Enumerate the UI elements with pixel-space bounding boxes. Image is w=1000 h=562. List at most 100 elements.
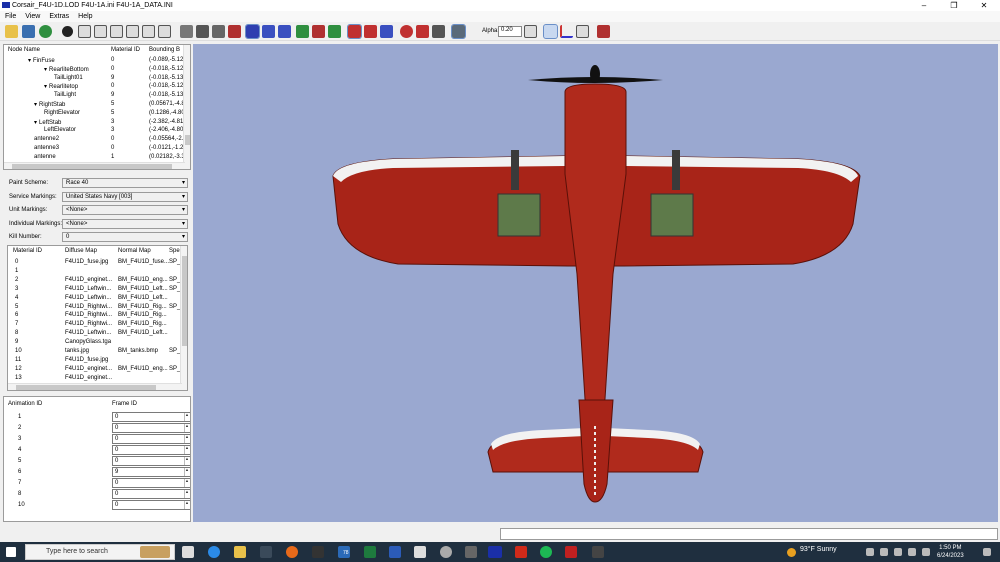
spinner-icon[interactable]: ▲▼ [184,490,190,498]
tree-node[interactable]: ▾ LeftStab [34,119,61,126]
spec-map-cell[interactable]: SP_ [169,304,180,310]
spec-map-cell[interactable]: SP_ [169,366,180,372]
diffuse-map-cell[interactable]: F4U1D_Rightwi... [65,321,112,327]
app-gray-icon[interactable] [465,546,477,558]
col-bounding-box[interactable]: Bounding B [149,47,180,53]
view-front-icon[interactable] [78,25,91,38]
tree-node[interactable]: antenne3 [34,145,59,151]
individual-markings-select[interactable]: <None> ▾ [62,218,188,229]
tree-node[interactable]: TailLight [54,92,76,98]
col-diffuse-map[interactable]: Diffuse Map [65,248,97,254]
mat-id-cell[interactable]: 10 [15,348,22,354]
frame-id-input[interactable]: 9 ▲▼ [112,467,190,477]
spotify-icon[interactable] [540,546,552,558]
mat-id-cell[interactable]: 13 [15,375,22,381]
spec-map-cell[interactable]: SP_ [169,277,180,283]
col-spec-map[interactable]: Spe [169,248,180,254]
app-wheel-icon[interactable] [440,546,452,558]
diffuse-map-cell[interactable]: F4U1D_Leftwin... [65,286,111,292]
unit-markings-select[interactable]: <None> ▾ [62,205,188,215]
close-button[interactable]: ✕ [969,0,999,11]
mat-id-cell[interactable]: 12 [15,366,22,372]
spec-map-cell[interactable]: SP_ [169,259,180,265]
mat-id-cell[interactable]: 3 [15,286,18,292]
chevron-down-icon[interactable]: ▾ [182,233,185,242]
materials-list[interactable]: Material ID Diffuse Map Normal Map Spe 0… [7,245,188,391]
tools-icon[interactable] [597,25,610,38]
chevron-down-icon[interactable]: ▾ [182,179,185,188]
grid-icon[interactable] [524,25,537,38]
mat-id-cell[interactable]: 9 [15,339,18,345]
acrobat-icon[interactable] [515,546,527,558]
expand-arrow-icon[interactable]: ▾ [44,84,47,90]
animation-list[interactable]: Animation ID Frame ID 10▲▼20▲▼30▲▼40▲▼50… [3,396,191,522]
mat-id-cell[interactable]: 0 [15,259,18,265]
paint-layer-1-icon[interactable] [347,24,362,39]
normal-map-cell[interactable]: BM_F4U1D_Left... [118,286,168,292]
normal-map-cell[interactable]: BM_F4U1D_Rig... [118,321,167,327]
frame-id-input[interactable]: 0 ▲▼ [112,412,190,422]
box-icon[interactable] [576,25,589,38]
view-top-icon[interactable] [142,25,155,38]
volume-icon[interactable] [908,548,916,556]
kill-number-select[interactable]: 0 ▾ [62,232,188,242]
expand-arrow-icon[interactable]: ▾ [44,67,47,73]
normal-map-cell[interactable]: BM_F4U1D_Left... [118,295,168,301]
bug-icon[interactable] [400,25,413,38]
mat-id-cell[interactable]: 11 [15,357,21,363]
file-explorer-icon[interactable] [234,546,246,558]
mat-id-cell[interactable]: 6 [15,312,18,318]
wireframe-icon[interactable] [543,24,558,39]
spinner-icon[interactable]: ▲▼ [184,413,190,421]
normal-map-cell[interactable]: BM_F4U1D_Rig... [118,312,167,318]
spec-map-cell[interactable]: SP_ [169,286,180,292]
mat-id-cell[interactable]: 2 [15,277,18,283]
spinner-icon[interactable]: ▲▼ [184,424,190,432]
spec-map-cell[interactable]: SP_ [169,348,180,354]
task-view-icon[interactable] [182,546,194,558]
render-mode-2-icon[interactable] [262,25,275,38]
tray-2-icon[interactable] [894,548,902,556]
tree-node[interactable]: LeftElevator [44,127,76,133]
edge-icon[interactable] [208,546,220,558]
frame-id-input[interactable]: 0 ▲▼ [112,445,190,455]
word-icon[interactable] [389,546,401,558]
node-tree[interactable]: Node Name Material ID Bounding B ▾ FinFus… [3,44,191,170]
diffuse-map-cell[interactable]: F4U1D_fuse.jpg [65,357,108,363]
paint-scheme-select[interactable]: Race 40 ▾ [62,178,188,188]
clock[interactable]: 1:50 PM 6/24/2023 [937,544,964,560]
crosshair-icon[interactable] [62,26,73,37]
frame-id-input[interactable]: 0 ▲▼ [112,500,190,510]
normal-map-cell[interactable]: BM_F4U1D_eng... [118,277,168,283]
col-normal-map[interactable]: Normal Map [118,248,151,254]
axes-icon[interactable] [560,25,573,38]
service-markings-select[interactable]: United States Navy [003] ▾ [62,191,188,202]
frame-id-input[interactable]: 0 ▲▼ [112,456,190,466]
excel-icon[interactable] [364,546,376,558]
save-icon[interactable] [22,25,35,38]
tree-node[interactable]: ▾ Rearlitetop [44,83,78,90]
mat-hscroll[interactable] [8,383,182,390]
frame-id-input[interactable]: 0 ▲▼ [112,434,190,444]
green-mode-2-icon[interactable] [328,25,341,38]
mat-id-cell[interactable]: 4 [15,295,18,301]
menu-help[interactable]: Help [78,13,92,20]
tree-node[interactable]: TailLight01 [54,75,83,81]
smooth-shade-icon[interactable] [212,25,225,38]
calculator-icon[interactable] [414,546,426,558]
alpha-toggle-icon[interactable] [451,24,466,39]
view-bottom-icon[interactable] [158,25,171,38]
diffuse-map-cell[interactable]: F4U1D_Leftwin... [65,330,111,336]
app-dark-icon[interactable] [592,546,604,558]
chevron-down-icon[interactable]: ▾ [182,193,185,202]
normal-map-cell[interactable]: BM_F4U1D_eng... [118,366,168,372]
app-n-icon[interactable] [312,546,324,558]
3d-viewport[interactable] [193,44,998,522]
lod-editor-taskbar-icon[interactable] [488,546,502,558]
frame-id-input[interactable]: 0 ▲▼ [112,489,190,499]
paint-drop-icon[interactable] [416,25,429,38]
normal-map-cell[interactable]: BM_tanks.bmp [118,348,158,354]
menu-view[interactable]: View [25,13,40,20]
paint-layer-2-icon[interactable] [364,25,377,38]
tree-node[interactable]: ▾ RearliteBottom [44,66,89,73]
